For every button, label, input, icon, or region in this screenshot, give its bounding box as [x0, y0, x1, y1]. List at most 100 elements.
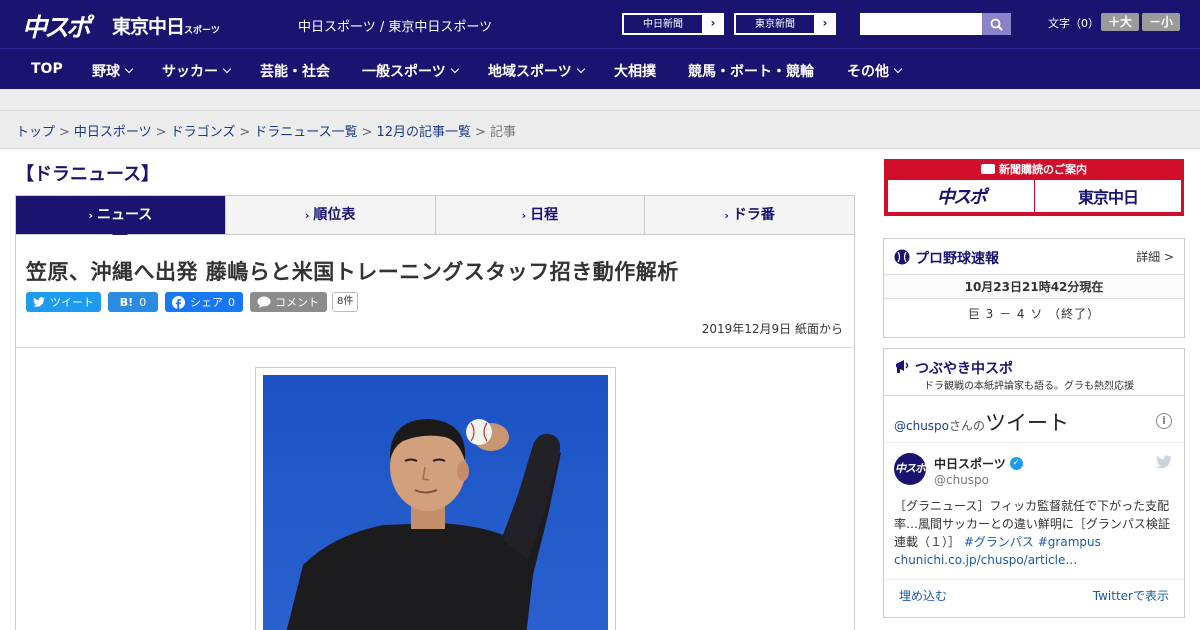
nav-general-sports[interactable]: 一般スポーツ: [362, 61, 459, 81]
baseball-update-time: 10月23日21時42分現在: [884, 275, 1184, 299]
tab-dora-ban[interactable]: › ドラ番: [644, 196, 854, 234]
tweet-label: ツイート: [50, 296, 94, 309]
tweet-widget-title: つぶやき中スポ: [915, 361, 1013, 377]
hashtag-link[interactable]: #grampus: [1038, 535, 1101, 549]
search-input[interactable]: [860, 13, 982, 35]
avatar[interactable]: 中スポ: [894, 453, 926, 485]
handle-suffix: さんの: [949, 419, 986, 433]
promo-tokyo-logo[interactable]: 東京中日: [1035, 180, 1181, 212]
chunichi-shimbun-button[interactable]: 中日新聞 ›: [622, 13, 724, 35]
article-divider: [16, 347, 854, 348]
nav-local-sports[interactable]: 地域スポーツ: [488, 61, 585, 81]
tweet-button[interactable]: ツイート: [26, 292, 101, 312]
breadcrumb-link[interactable]: ドラゴンズ: [171, 125, 236, 140]
nav-soccer[interactable]: サッカー: [162, 61, 232, 81]
nav-entertainment[interactable]: 芸能・社会: [260, 61, 330, 81]
breadcrumb: トップ > 中日スポーツ > ドラゴンズ > ドラニュース一覧 >12月の記事一覧 > 記事: [16, 121, 516, 140]
tweet-author-name[interactable]: 中日スポーツ ✓: [934, 455, 1023, 472]
megaphone-icon: [896, 360, 909, 373]
hashtag-link[interactable]: #グランパス: [964, 535, 1034, 549]
comment-button[interactable]: コメント: [250, 292, 327, 312]
global-nav: TOP 野球 サッカー 芸能・社会 一般スポーツ 地域スポーツ 大相撲 競馬・ボ…: [0, 48, 1200, 89]
facebook-share-button[interactable]: シェア 0: [165, 292, 243, 312]
pitcher-photo-illustration: [263, 375, 608, 630]
tweet-author-handle[interactable]: @chuspo: [934, 473, 989, 487]
article-photo[interactable]: [263, 375, 608, 630]
baseball-detail-link[interactable]: 詳細 >: [1136, 248, 1174, 265]
breadcrumb-separator: >: [155, 125, 167, 140]
chevron-down-icon: [576, 64, 585, 74]
newspaper-icon: [981, 164, 995, 174]
search-button[interactable]: [982, 13, 1011, 35]
handle-link[interactable]: @chuspo: [894, 419, 949, 433]
promo-chuspo-logo[interactable]: 中スポ: [888, 180, 1034, 212]
breadcrumb-link[interactable]: 12月の記事一覧: [377, 125, 472, 140]
embed-link[interactable]: 埋め込む: [899, 587, 947, 604]
comment-count: 8件: [332, 292, 359, 312]
subscription-promo[interactable]: 新聞購読のご案内 中スポ 東京中日: [884, 159, 1184, 216]
tab-standings[interactable]: › 順位表: [224, 196, 435, 234]
twitter-widget: つぶやき中スポ ドラ観戦の本紙評論家も語る。グラも熱烈応援 @chuspoさんの…: [883, 348, 1185, 618]
nav-other[interactable]: その他: [847, 61, 903, 81]
breadcrumb-link[interactable]: トップ: [16, 125, 55, 140]
nav-racing[interactable]: 競馬・ボート・競輪: [688, 61, 814, 81]
tokyo-shimbun-button[interactable]: 東京新聞 ›: [734, 13, 836, 35]
verified-badge-icon: ✓: [1009, 457, 1023, 470]
chevron-right-icon: ›: [703, 14, 723, 34]
tab-schedule[interactable]: › 日程: [434, 196, 645, 234]
breadcrumb-separator: >: [239, 125, 251, 140]
breadcrumb-separator: >: [59, 125, 70, 140]
tokyo-logo-small: スポーツ: [184, 26, 220, 36]
tab-label: ニュース: [96, 207, 153, 223]
twitter-bird-icon: [33, 297, 45, 307]
font-bigger-button[interactable]: ＋大: [1101, 13, 1139, 31]
chevron-down-icon: [450, 64, 459, 74]
nav-label: その他: [847, 64, 889, 80]
hatena-bookmark-button[interactable]: B! 0: [108, 292, 158, 312]
nav-label: サッカー: [162, 64, 218, 80]
tab-label: ドラ番: [732, 207, 775, 223]
facebook-count: 0: [228, 295, 235, 309]
twitter-bird-icon[interactable]: [1156, 455, 1172, 469]
breadcrumb-link[interactable]: 中日スポーツ: [74, 125, 152, 140]
breadcrumb-link[interactable]: ドラニュース一覧: [254, 125, 357, 140]
facebook-share-label: シェア: [190, 296, 223, 309]
nav-label: 芸能・社会: [260, 64, 330, 80]
promo-title: 新聞購読のご案内: [884, 161, 1184, 177]
publish-date: 2019年12月9日 紙面から: [701, 322, 843, 336]
hatena-count: 0: [139, 295, 147, 309]
nav-top[interactable]: TOP: [31, 61, 63, 77]
nav-label: 競馬・ボート・競輪: [688, 64, 814, 80]
chevron-right-icon: ›: [724, 209, 729, 222]
promo-title-text: 新聞購読のご案内: [999, 163, 1087, 176]
baseball-scores-widget: プロ野球速報 詳細 > 10月23日21時42分現在 巨 3 － 4 ソ （終了…: [883, 238, 1185, 338]
tab-news[interactable]: › ニュース: [16, 196, 225, 242]
tweet-widget-subtitle: ドラ観戦の本紙評論家も語る。グラも熱烈応援: [924, 381, 1134, 392]
font-smaller-button[interactable]: －小: [1142, 13, 1180, 31]
view-on-twitter-link[interactable]: Twitterで表示: [1093, 587, 1169, 604]
chevron-down-icon: [893, 64, 903, 74]
nav-label: 大相撲: [614, 64, 656, 80]
nav-label: 地域スポーツ: [488, 64, 572, 80]
tokyo-shimbun-label: 東京新聞: [735, 14, 815, 34]
info-icon[interactable]: i: [1156, 413, 1172, 429]
nav-label: TOP: [31, 61, 63, 77]
chuspo-logo[interactable]: 中スポ: [22, 8, 91, 44]
tokyo-chunichi-logo[interactable]: 東京中日スポーツ: [112, 12, 220, 39]
facebook-icon: [172, 295, 185, 309]
chevron-right-icon: ›: [521, 209, 527, 222]
tweets-by-line: @chuspoさんのツイート: [894, 407, 1069, 437]
nav-baseball[interactable]: 野球: [92, 61, 134, 81]
baseball-icon: [894, 249, 910, 265]
ad-band: [0, 89, 1200, 111]
baseball-score[interactable]: 巨 3 － 4 ソ （終了）: [884, 305, 1184, 322]
tweet-url-link[interactable]: chunichi.co.jp/chuspo/article…: [894, 553, 1077, 567]
chevron-down-icon: [222, 64, 232, 74]
hatena-icon: B!: [119, 295, 134, 309]
site-title: 中日スポーツ / 東京中日スポーツ: [298, 20, 493, 35]
chunichi-shimbun-label: 中日新聞: [623, 14, 703, 34]
breadcrumb-separator: >: [475, 125, 486, 140]
chevron-right-icon: ›: [815, 14, 835, 34]
comment-label: コメント: [275, 296, 319, 309]
nav-sumo[interactable]: 大相撲: [614, 61, 656, 81]
